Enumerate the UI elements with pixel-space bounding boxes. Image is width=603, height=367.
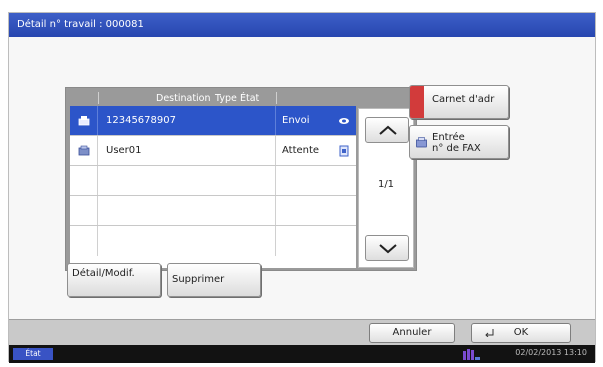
row-state-text: Envoi [282, 115, 310, 126]
ok-button[interactable]: OK [471, 323, 571, 343]
destination-table-panel: Destination Type État 12345678907 Envoi [65, 87, 417, 271]
header-type: Type [215, 93, 237, 104]
header-state: État [240, 93, 260, 104]
scroll-down-button[interactable] [365, 235, 409, 261]
fax-entry-label: Entrée n° de FAX [432, 132, 481, 154]
cancel-button[interactable]: Annuler [369, 323, 455, 343]
fax-icon [78, 116, 90, 126]
table-body: 12345678907 Envoi User01 Attente [70, 106, 356, 268]
header-separator [276, 92, 277, 104]
row-state-text: Attente [282, 145, 320, 156]
job-detail-screen: Détail n° travail : 000081 Destination T… [8, 12, 596, 363]
row-icon-cell [70, 136, 98, 165]
fax-entry-label-line2: n° de FAX [432, 143, 481, 154]
date-time: 02/02/2013 13:10 [515, 348, 587, 357]
footer-bar: Annuler OK [9, 319, 595, 345]
ok-label: OK [513, 327, 529, 338]
address-book-icon [410, 86, 424, 118]
table-row[interactable] [70, 166, 356, 196]
row-state [276, 226, 356, 256]
network-status-icon [463, 349, 480, 360]
row-state: Envoi [276, 106, 356, 135]
chevron-up-icon [379, 125, 397, 135]
status-bar: État 02/02/2013 13:10 [9, 345, 595, 363]
table-row[interactable] [70, 226, 356, 256]
table-row[interactable]: User01 Attente [70, 136, 356, 166]
window-title-text: Détail n° travail : 000081 [17, 19, 144, 30]
row-icon-cell [70, 106, 98, 135]
row-destination: 12345678907 [98, 106, 276, 135]
chevron-down-icon [379, 244, 397, 254]
scroll-up-button[interactable] [365, 117, 409, 143]
page-indicator: 1/1 [377, 179, 395, 190]
table-header: Destination Type État [70, 90, 356, 106]
row-state: Attente [276, 136, 356, 165]
enter-icon [485, 329, 494, 337]
header-destination: Destination [156, 93, 211, 104]
table-row[interactable] [70, 196, 356, 226]
fax-entry-label-line1: Entrée [432, 132, 465, 143]
waiting-icon [339, 145, 349, 157]
row-destination [98, 166, 276, 195]
sending-icon [339, 118, 349, 124]
delete-button[interactable]: Supprimer [167, 263, 261, 297]
user-icon [78, 145, 90, 156]
detail-modify-button[interactable]: Détail/Modif. [67, 263, 161, 297]
address-book-button[interactable]: Carnet d'adr [409, 85, 509, 119]
fax-entry-icon [416, 137, 427, 148]
row-destination: User01 [98, 136, 276, 165]
row-state [276, 166, 356, 195]
window-title: Détail n° travail : 000081 [9, 13, 595, 37]
status-button[interactable]: État [13, 348, 53, 360]
table-row[interactable]: 12345678907 Envoi [70, 106, 356, 136]
row-destination [98, 226, 276, 256]
fax-number-entry-button[interactable]: Entrée n° de FAX [409, 125, 509, 159]
address-book-label: Carnet d'adr [432, 94, 495, 105]
table-scroller: 1/1 [358, 108, 414, 268]
row-destination [98, 196, 276, 225]
header-separator [98, 92, 99, 104]
row-state [276, 196, 356, 225]
